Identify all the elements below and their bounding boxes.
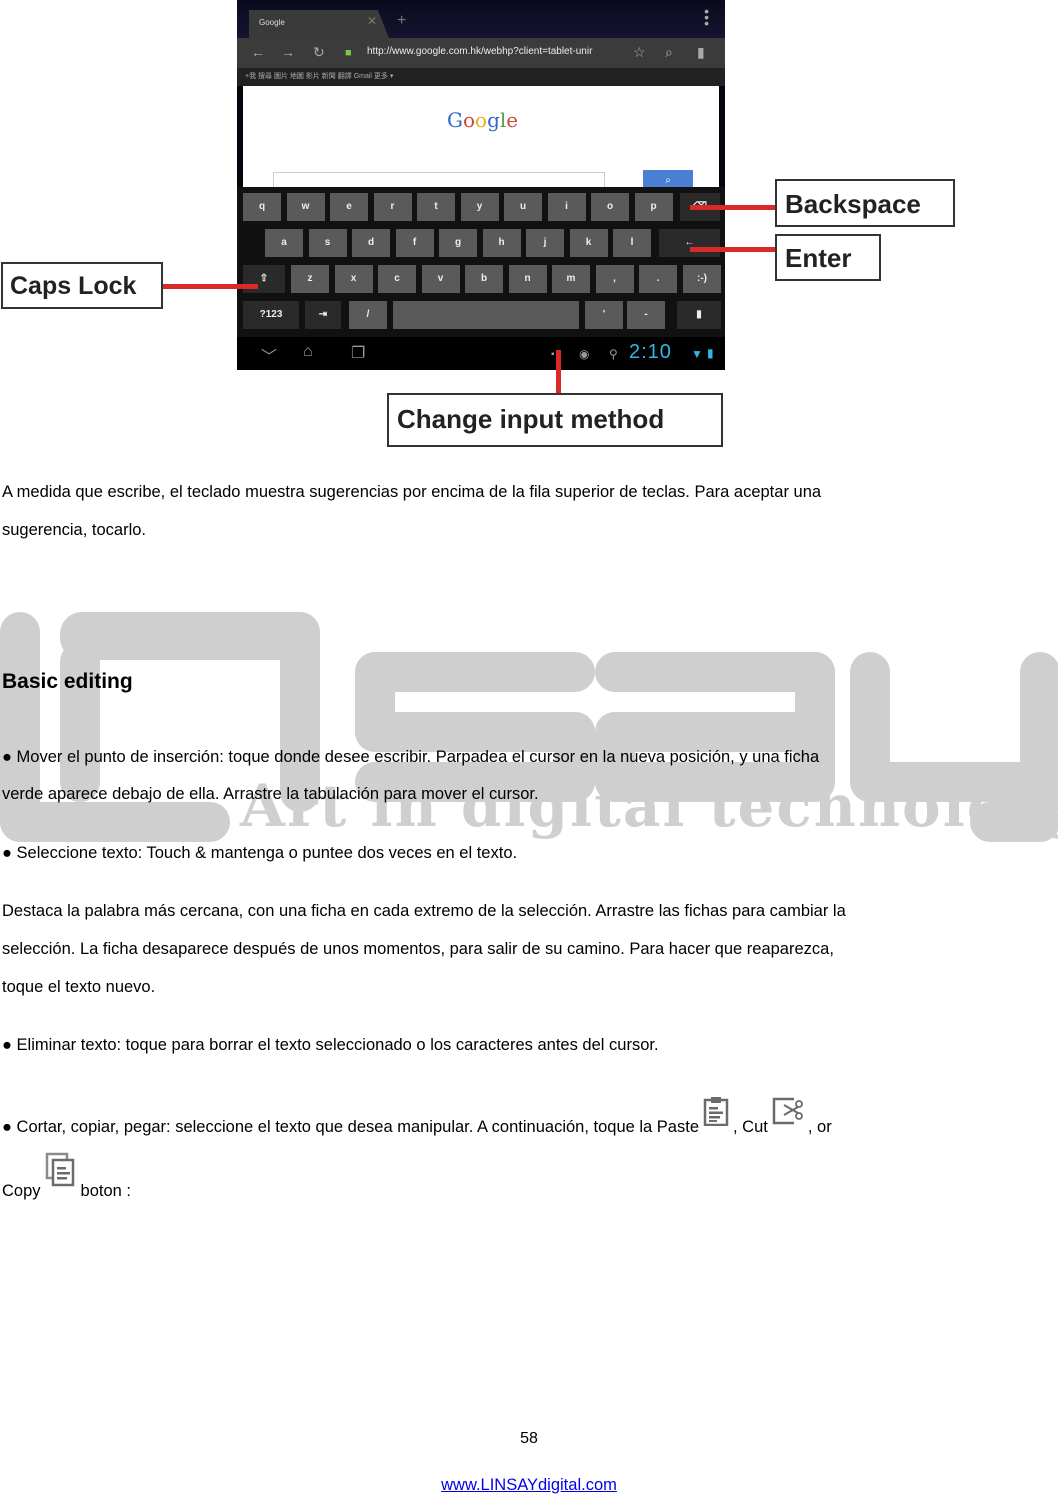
system-nav-bar: ﹀ ⌂ ❐ ▪ ◉ ⚲ 2:10 ▼ ▮ — [237, 337, 725, 370]
new-tab-icon[interactable]: + — [397, 12, 406, 30]
wifi-icon: ▼ — [691, 347, 703, 361]
key-w[interactable]: w — [286, 193, 325, 221]
backspace-leader-line — [690, 205, 778, 210]
key-l[interactable]: l — [613, 229, 651, 257]
back-icon[interactable]: ← — [251, 44, 265, 60]
browser-tab-strip: Google ✕ + • • • — [237, 0, 725, 38]
key-r[interactable]: r — [373, 193, 412, 221]
key-c[interactable]: c — [378, 265, 416, 293]
keyboard-figure: Google ✕ + • • • ← → ↻ ■ http://www.google… — [0, 0, 1058, 452]
battery-icon: ▮ — [707, 346, 714, 360]
select-desc-line-3: toque el texto nuevo. — [2, 978, 156, 996]
key-e[interactable]: e — [330, 193, 368, 221]
caps-lock-callout: Caps Lock — [1, 262, 163, 309]
symbols-key[interactable]: ?123 — [243, 301, 299, 329]
key-u[interactable]: u — [504, 193, 542, 221]
key-g[interactable]: g — [439, 229, 477, 257]
cut-copy-paste-text: ● Cortar, copiar, pegar: seleccione el t… — [2, 1118, 699, 1136]
url-input[interactable]: http://www.google.com.hk/webhp?client=ta… — [367, 46, 592, 57]
cut-label: , Cut — [733, 1118, 768, 1136]
key-a[interactable]: a — [265, 229, 303, 257]
key-n[interactable]: n — [508, 265, 547, 293]
key-b[interactable]: b — [465, 265, 503, 293]
microphone-key[interactable]: ▮ — [677, 301, 721, 329]
site-icon: ■ — [345, 47, 352, 59]
intro-line-2: sugerencia, tocarlo. — [2, 521, 146, 539]
status-clock: 2:10 — [629, 341, 672, 363]
key-apostrophe[interactable]: ' — [585, 301, 623, 329]
key-slash[interactable]: / — [349, 301, 387, 329]
smiley-key[interactable]: :-) — [683, 265, 721, 293]
tab-key[interactable]: ⇥ — [305, 301, 341, 329]
change-input-method-callout: Change input method — [387, 393, 723, 447]
enter-callout: Enter — [775, 234, 881, 281]
key-o[interactable]: o — [591, 193, 629, 221]
bullet-move-cursor-line-2: verde aparece debajo de ella. Arrastre l… — [2, 785, 539, 803]
onscreen-keyboard: qwertyuiop⌫asdfghjkl←⇧zxcvbnm,.:-)?123⇥/… — [237, 187, 725, 337]
bullet-delete-text: ● Eliminar texto: toque para borrar el t… — [2, 1036, 659, 1054]
close-tab-icon[interactable]: ✕ — [367, 14, 377, 28]
google-homepage: Google ⌕ — [243, 86, 719, 195]
key-j[interactable]: j — [526, 229, 564, 257]
space-key[interactable] — [393, 301, 579, 329]
select-desc-line-2: selección. La ficha desaparece después d… — [2, 940, 834, 958]
menu-icon[interactable]: • • • — [704, 4, 709, 30]
bookmarks-icon[interactable]: ▮ — [697, 44, 705, 61]
tab-title: Google — [259, 18, 285, 27]
intro-line-1: A medida que escribe, el teclado muestra… — [2, 483, 822, 501]
home-nav-icon[interactable]: ⌂ — [303, 343, 313, 361]
reload-icon[interactable]: ↻ — [313, 44, 325, 61]
forward-icon[interactable]: → — [281, 44, 295, 60]
back-nav-icon[interactable]: ﹀ — [261, 343, 277, 367]
search-icon[interactable]: ⌕ — [665, 44, 673, 61]
key-z[interactable]: z — [291, 265, 329, 293]
copy-label: Copy — [2, 1182, 41, 1200]
recent-apps-icon[interactable]: ❐ — [351, 343, 365, 363]
key-comma[interactable]: , — [595, 265, 634, 293]
select-desc-line-1: Destaca la palabra más cercana, con una … — [2, 902, 846, 920]
backspace-callout: Backspace — [775, 179, 955, 227]
bullet-select-text: ● Seleccione texto: Touch & mantenga o p… — [2, 844, 518, 862]
bullet-cut-copy-paste-line-2: Copy boton : — [2, 1152, 131, 1208]
google-logo: Google — [447, 108, 519, 132]
boton-label: boton : — [80, 1182, 131, 1200]
key-h[interactable]: h — [482, 229, 521, 257]
caps-lock-leader-line — [162, 284, 258, 289]
key-v[interactable]: v — [421, 265, 460, 293]
key-k[interactable]: k — [569, 229, 608, 257]
key-i[interactable]: i — [547, 193, 586, 221]
key-dash[interactable]: - — [627, 301, 665, 329]
google-nav-links[interactable]: +我 搜尋 圖片 地圖 影片 新聞 翻譯 Gmail 更多 ▾ — [237, 68, 725, 86]
bullet-cut-copy-paste-line-1: ● Cortar, copiar, pegar: seleccione el t… — [2, 1097, 832, 1144]
copy-icon — [45, 1152, 77, 1188]
key-q[interactable]: q — [243, 193, 281, 221]
key-m[interactable]: m — [552, 265, 590, 293]
enter-key[interactable]: ← — [659, 229, 720, 257]
key-y[interactable]: y — [460, 193, 499, 221]
notification-icon: ◉ — [579, 347, 590, 361]
key-t[interactable]: t — [417, 193, 455, 221]
enter-leader-line — [690, 247, 778, 252]
tablet-screenshot: Google ✕ + • • • ← → ↻ ■ http://www.google… — [237, 0, 725, 370]
key-f[interactable]: f — [395, 229, 434, 257]
page-number: 58 — [520, 1430, 538, 1447]
bullet-move-cursor-line-1: ● Mover el punto de inserción: toque don… — [2, 748, 820, 766]
key-d[interactable]: d — [352, 229, 390, 257]
paste-icon — [703, 1096, 729, 1127]
key-x[interactable]: x — [334, 265, 373, 293]
website-link[interactable]: www.LINSAYdigital.com — [441, 1476, 617, 1494]
change-input-leader-line — [556, 350, 561, 394]
usb-icon: ⚲ — [609, 347, 618, 361]
key-p[interactable]: p — [634, 193, 673, 221]
key-s[interactable]: s — [308, 229, 347, 257]
or-label: , or — [807, 1118, 832, 1136]
url-bar: ← → ↻ ■ http://www.google.com.hk/webhp?c… — [237, 38, 725, 68]
keyboard-status-icon[interactable]: ▪ — [551, 349, 555, 360]
cut-icon — [772, 1096, 804, 1126]
bookmark-star-icon[interactable]: ☆ — [633, 44, 646, 61]
key-period[interactable]: . — [639, 265, 677, 293]
section-heading: Basic editing — [2, 670, 133, 693]
